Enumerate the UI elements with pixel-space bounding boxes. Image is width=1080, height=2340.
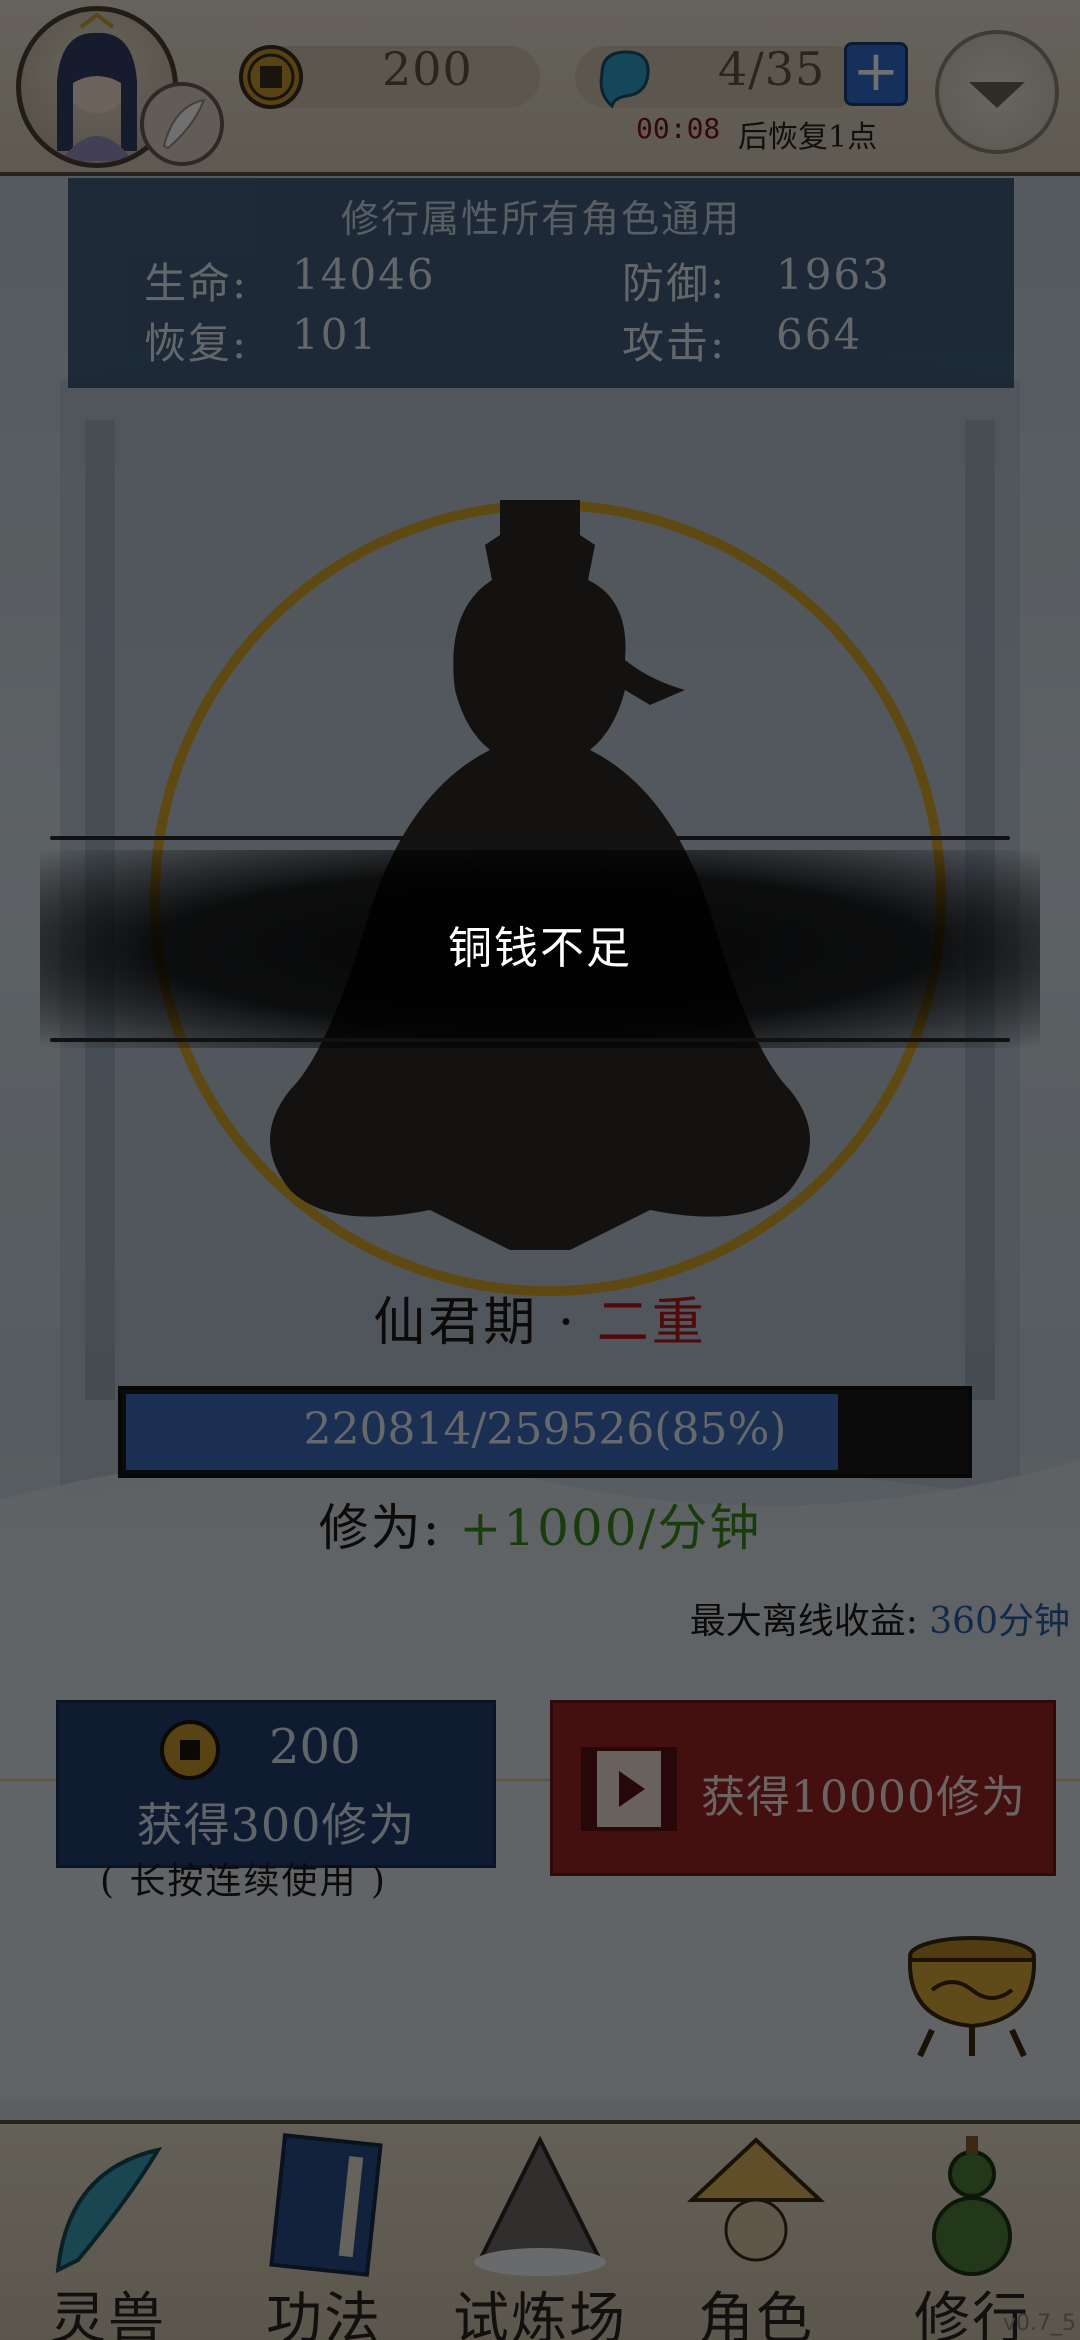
feather-icon	[55, 2147, 163, 2274]
hp-value: 14046	[292, 250, 436, 299]
gourd-icon	[932, 2136, 1012, 2276]
rate-label: 修为:	[318, 1499, 460, 1557]
cultivate-cost: 200	[269, 1719, 361, 1775]
mountain-icon	[474, 2135, 606, 2276]
version-label: v0.7_5	[1002, 2311, 1076, 2336]
nav-techniques[interactable]: 功法	[216, 2124, 432, 2340]
defense-label: 防御:	[622, 259, 727, 308]
nav-label: 试炼场	[453, 2287, 627, 2340]
offline-value: 360分钟	[929, 1601, 1070, 1642]
hat-icon	[686, 2137, 826, 2262]
nav-label: 功法	[266, 2287, 382, 2340]
nav-label: 角色	[698, 2287, 814, 2340]
recover-suffix: 后恢复1点	[738, 120, 878, 155]
regen-value: 101	[292, 310, 379, 359]
attack-value: 664	[776, 310, 863, 359]
incense-burner-icon[interactable]	[892, 1930, 1052, 2060]
coin-icon	[239, 45, 303, 109]
top-bar: 200 4/35 + 00:08 后恢复1点	[0, 0, 1080, 176]
attribute-panel: 修行属性所有角色通用 生命: 14046 防御: 1963 恢复: 101 攻击…	[68, 178, 1014, 388]
cultivation-rate: 修为: +1000/分钟	[0, 1488, 1080, 1560]
feather-badge-icon[interactable]	[140, 82, 224, 166]
menu-dropdown-button[interactable]	[935, 30, 1059, 154]
nav-spirit-beast[interactable]: 灵兽	[0, 2124, 216, 2340]
realm-title: 仙君期 · 二重	[0, 1280, 1080, 1355]
coin-amount: 200	[382, 42, 473, 96]
cultivate-label: 获得300修为	[136, 1798, 416, 1852]
bottom-nav: 灵兽 功法 试炼场 角色 修行	[0, 2120, 1080, 2340]
stamina-drop-icon	[599, 50, 650, 109]
attack-label: 攻击:	[622, 319, 727, 368]
nav-character[interactable]: 角色	[648, 2124, 864, 2340]
progress-text: 220814/259526(85%)	[303, 1404, 787, 1455]
toast-bottom-rule	[50, 1038, 1010, 1042]
video-play-icon	[581, 1747, 677, 1831]
book-icon	[269, 2133, 383, 2277]
coin-cultivate-button[interactable]: 200 获得300修为	[56, 1700, 496, 1868]
stamina-amount: 4/35	[718, 42, 826, 96]
defense-value: 1963	[776, 250, 891, 299]
rate-value: +1000/分钟	[459, 1499, 762, 1557]
attribute-panel-title: 修行属性所有角色通用	[340, 197, 741, 241]
toast-message: 铜钱不足	[448, 923, 632, 974]
video-reward-label: 获得10000修为	[701, 1772, 1026, 1823]
watch-video-button[interactable]: 获得10000修为	[550, 1700, 1056, 1876]
realm-stage: 仙君期 ·	[373, 1293, 597, 1353]
recover-timer: 00:08	[636, 112, 721, 145]
cultivation-screen: 200 4/35 + 00:08 后恢复1点 修行属性所有角色通用 生命: 14…	[0, 0, 1080, 2340]
offline-income: 最大离线收益: 360分钟	[690, 1592, 1070, 1644]
cultivation-progress-bar: 220814/259526(85%)	[118, 1386, 972, 1478]
toast-notification: 铜钱不足	[0, 830, 1080, 1050]
nav-trial-ground[interactable]: 试炼场	[432, 2124, 648, 2340]
realm-level: 二重	[596, 1293, 707, 1353]
add-stamina-button[interactable]: +	[844, 42, 908, 106]
offline-label: 最大离线收益:	[689, 1601, 930, 1642]
regen-label: 恢复:	[144, 319, 249, 368]
toast-top-rule	[50, 836, 1010, 840]
long-press-hint: ( 长按连续使用 )	[100, 1861, 387, 1902]
nav-label: 灵兽	[50, 2287, 166, 2340]
hp-label: 生命:	[144, 259, 249, 308]
coin-icon	[160, 1720, 220, 1780]
nav-cultivation[interactable]: 修行	[864, 2124, 1080, 2340]
